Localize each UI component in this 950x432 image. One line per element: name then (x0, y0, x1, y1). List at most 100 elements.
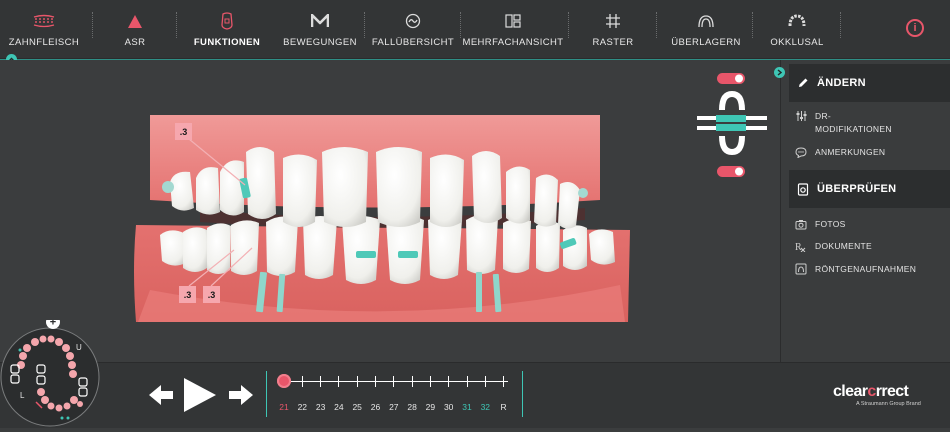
minimap-lower-label: L (20, 391, 25, 400)
attachment-label[interactable]: .3 (203, 286, 220, 303)
tooth-feature-icon (220, 12, 234, 30)
sidebar-item-roentgenaufnahmen[interactable]: RÖNTGENAUFNAHMEN (795, 263, 916, 276)
section-title: ÄNDERN (817, 77, 866, 89)
attachment-label[interactable]: .3 (175, 123, 192, 140)
toolbar-label: BEWEGUNGEN (283, 37, 357, 48)
timeline-tick-label[interactable]: R (494, 402, 514, 412)
toolbar-label: RASTER (592, 37, 634, 48)
sidebar-item-fotos[interactable]: FOTOS (795, 218, 846, 231)
timeline-tick[interactable] (503, 376, 505, 387)
toolbar-mehrfachansicht[interactable]: MEHRFACHANSICHT (463, 0, 563, 58)
side-panel: ÄNDERN DR- MODIFIKATIONEN ANMERKUNGEN ÜB… (780, 60, 950, 362)
timeline-tick-label[interactable]: 21 (274, 402, 294, 412)
timeline-tick-label[interactable]: 27 (384, 402, 404, 412)
timeline-tick-label[interactable]: 23 (311, 402, 331, 412)
timeline-tick[interactable] (448, 376, 450, 387)
toolbar-label: FUNKTIONEN (193, 37, 261, 48)
timeline-tick-label[interactable]: 25 (347, 402, 367, 412)
toolbar-okklusal[interactable]: OKKLUSAL (764, 0, 830, 58)
play-button[interactable] (183, 377, 217, 418)
arch-minimap[interactable]: U L + (0, 315, 103, 427)
timeline-tick-label[interactable]: 22 (292, 402, 312, 412)
bottom-bar: 21 22 23 24 25 26 27 28 29 30 31 32 R clearcrrect A … (0, 362, 950, 428)
sidebar-item-label: FOTOS (815, 219, 846, 229)
step-forward-button[interactable] (228, 384, 254, 411)
minimap-upper-label: U (76, 343, 82, 352)
attachment-label-text: .3 (184, 290, 192, 300)
toolbar-separator (460, 12, 462, 38)
timeline-tick-label[interactable]: 32 (475, 402, 495, 412)
sidebar-item-label: DR- MODIFIKATIONEN (815, 111, 892, 134)
timeline-tick[interactable] (466, 376, 468, 387)
toolbar-raster[interactable]: RASTER (588, 0, 638, 58)
xray-icon (795, 263, 807, 275)
toolbar-separator (656, 12, 658, 38)
toolbar-separator (752, 12, 754, 38)
timeline-tick[interactable] (393, 376, 395, 387)
toolbar-separator (568, 12, 570, 38)
triangle-icon (127, 12, 143, 30)
occlusal-icon (788, 12, 806, 30)
sidebar-item-dr-modifikationen[interactable]: DR- MODIFIKATIONEN (795, 110, 892, 136)
timeline-tick[interactable] (375, 376, 376, 387)
toolbar-label: ASR (124, 37, 146, 48)
sidebar-item-label: ANMERKUNGEN (815, 147, 886, 157)
toolbar-label: ZAHNFLEISCH (8, 37, 80, 48)
review-icon (797, 182, 809, 196)
info-icon[interactable]: i (906, 19, 924, 37)
timeline-tick-label[interactable]: 26 (366, 402, 386, 412)
attachment-label-text: .3 (180, 127, 188, 137)
toolbar-funktionen[interactable]: FUNKTIONEN (194, 0, 260, 58)
timeline-tick-label[interactable]: 29 (420, 402, 440, 412)
plus-icon: + (50, 320, 56, 329)
timeline-start-marker (266, 371, 267, 417)
brand-name-part: clear (833, 383, 868, 400)
collapse-side-panel-button[interactable] (774, 67, 785, 78)
movement-icon (311, 12, 329, 30)
timeline-tick[interactable] (320, 376, 322, 387)
timeline-tick[interactable] (301, 376, 303, 387)
case-overview-icon (405, 12, 421, 30)
toolbar-bewegungen[interactable]: BEWEGUNGEN (283, 0, 357, 58)
multi-view-icon (505, 12, 521, 30)
sliders-icon (795, 110, 807, 122)
section-title: ÜBERPRÜFEN (817, 183, 897, 195)
toolbar-separator (364, 12, 366, 38)
sidebar-item-label: RÖNTGENAUFNAHMEN (815, 264, 917, 274)
grid-icon (606, 12, 620, 30)
timeline-tick[interactable] (429, 376, 431, 387)
toolbar-asr[interactable]: ASR (110, 0, 160, 58)
timeline-tick[interactable] (484, 376, 486, 387)
timeline-tick[interactable] (356, 376, 358, 387)
timeline-tick-label[interactable]: 30 (439, 402, 459, 412)
brand-name-part: rrect (875, 383, 909, 400)
rx-icon: R (795, 240, 807, 252)
sidebar-item-dokumente[interactable]: R DOKUMENTE (795, 240, 872, 253)
timeline-tick-label[interactable]: 28 (402, 402, 422, 412)
brand-logo: clearcrrect (833, 383, 909, 401)
minimap-circle (0, 327, 100, 427)
step-back-button[interactable] (148, 384, 174, 411)
toolbar-label: MEHRFACHANSICHT (462, 37, 564, 48)
sidebar-item-anmerkungen[interactable]: ANMERKUNGEN (795, 146, 885, 159)
toolbar-zahnfleisch[interactable]: ZAHNFLEISCH (6, 0, 82, 58)
toolbar-separator (176, 12, 178, 38)
jaw-control[interactable] (697, 73, 767, 177)
timeline-tick[interactable] (411, 376, 413, 387)
aendern-header[interactable]: ÄNDERN (789, 64, 950, 102)
toolbar-ueberlagern[interactable]: ÜBERLAGERN (670, 0, 742, 58)
brand-name-part: c (867, 383, 876, 400)
toolbar-label: FALLÜBERSICHT (371, 37, 455, 48)
timeline-tick-label[interactable]: 31 (457, 402, 477, 412)
timeline-tick[interactable] (338, 376, 340, 387)
ueberpruefen-header[interactable]: ÜBERPRÜFEN (789, 170, 950, 208)
timeline-tick-label[interactable]: 24 (329, 402, 349, 412)
toolbar-separator (840, 12, 842, 38)
model-viewport[interactable]: .3 .3 .3 (0, 60, 780, 362)
overlay-icon (697, 12, 715, 30)
attachment-label[interactable]: .3 (179, 286, 196, 303)
timeline-current-handle[interactable] (277, 374, 291, 388)
dental-model[interactable]: .3 .3 .3 (0, 60, 780, 362)
toolbar-falluebersicht[interactable]: FALLÜBERSICHT (371, 0, 455, 58)
sidebar-item-label: DOKUMENTE (815, 241, 873, 251)
